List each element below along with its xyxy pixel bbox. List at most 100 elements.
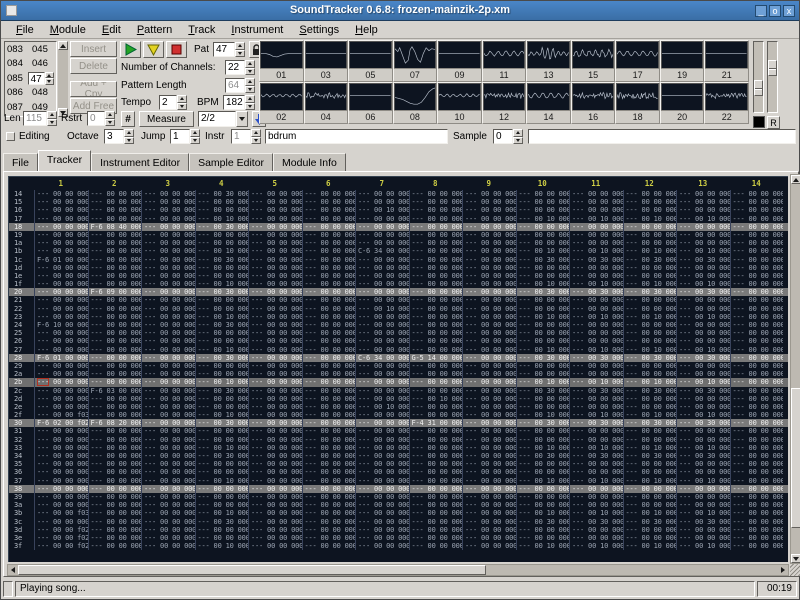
- pattern-cell[interactable]: --- 00 00 000: [516, 305, 570, 313]
- pattern-cell[interactable]: --- 00 00 000: [302, 485, 356, 493]
- pattern-cell[interactable]: --- 00 00 000: [248, 534, 302, 542]
- pattern-cell[interactable]: --- 00 00 000: [195, 206, 249, 214]
- pattern-cell[interactable]: --- 00 00 000: [569, 264, 623, 272]
- pattern-cell[interactable]: --- 00 00 000: [141, 296, 195, 304]
- pattern-cell[interactable]: --- 00 10 000: [516, 346, 570, 354]
- pattern-cell[interactable]: --- 00 00 000: [34, 518, 88, 526]
- pattern-cell[interactable]: --- 00 00 000: [462, 493, 516, 501]
- pattern-cell[interactable]: --- 00 30 000: [516, 419, 570, 427]
- pattern-cell[interactable]: --- 00 00 000: [730, 215, 784, 223]
- balance-slider-thumb[interactable]: [768, 60, 777, 76]
- pattern-cell[interactable]: --- 00 00 000: [623, 370, 677, 378]
- pattern-cell[interactable]: --- 00 00 000: [141, 370, 195, 378]
- pattern-cell[interactable]: --- 00 00 000: [730, 329, 784, 337]
- pattern-cell[interactable]: --- 00 00 000: [141, 542, 195, 550]
- pattern-cell[interactable]: --- 00 00 000: [623, 206, 677, 214]
- pattern-cell[interactable]: --- 00 30 000: [195, 354, 249, 362]
- scope-channel-02[interactable]: 02: [259, 82, 304, 124]
- pattern-cell[interactable]: --- 00 00 000: [34, 223, 88, 231]
- pattern-cell[interactable]: --- 00 00 000: [462, 436, 516, 444]
- pattern-cell[interactable]: --- 00 00 000: [302, 518, 356, 526]
- pattern-cell[interactable]: --- 00 00 000: [302, 419, 356, 427]
- pattern-cell[interactable]: --- 00 10 000: [623, 411, 677, 419]
- pattern-cell[interactable]: --- 00 00 000: [302, 460, 356, 468]
- pattern-cell[interactable]: --- 00 00 000: [34, 198, 88, 206]
- pattern-cell[interactable]: --- 00 00 000: [462, 346, 516, 354]
- pattern-cell[interactable]: --- 00 00 000: [409, 485, 463, 493]
- pattern-cell[interactable]: --- 00 00 000: [409, 198, 463, 206]
- instrument-name-field[interactable]: bdrum: [265, 129, 448, 144]
- pattern-cell[interactable]: --- 00 00 000: [302, 264, 356, 272]
- scope-channel-06[interactable]: 06: [348, 82, 393, 124]
- pattern-cell[interactable]: --- 00 00 000: [462, 190, 516, 198]
- pattern-cell[interactable]: F-6 10 00 000: [34, 321, 88, 329]
- pattern-cell[interactable]: --- 00 30 000: [516, 452, 570, 460]
- volume-slider-thumb[interactable]: [754, 80, 763, 96]
- pattern-cell[interactable]: --- 00 00 000: [623, 337, 677, 345]
- pattern-cell[interactable]: --- 00 00 000: [302, 378, 356, 386]
- pattern-cell[interactable]: F-4 31 00 000: [409, 419, 463, 427]
- pattern-cell[interactable]: --- 00 00 000: [676, 468, 730, 476]
- pattern-cell[interactable]: --- 00 30 000: [195, 452, 249, 460]
- pattern-cell[interactable]: --- 00 00 000: [462, 206, 516, 214]
- pattern-cell[interactable]: --- 00 10 000: [569, 411, 623, 419]
- pattern-cell[interactable]: --- 00 00 000: [516, 329, 570, 337]
- pattern-cell[interactable]: --- 00 00 000: [623, 460, 677, 468]
- pattern-cell[interactable]: C-6 34 00 000: [355, 354, 409, 362]
- pattern-cell[interactable]: --- 00 00 000: [516, 198, 570, 206]
- pattern-cell[interactable]: --- 00 00 000: [248, 477, 302, 485]
- pattern-cell[interactable]: --- 00 00 000: [676, 485, 730, 493]
- pattern-cell[interactable]: --- 00 00 000: [248, 264, 302, 272]
- pattern-cell[interactable]: --- 00 00 000: [302, 526, 356, 534]
- pattern-cell[interactable]: --- 00 00 000: [248, 460, 302, 468]
- sequence-row-083[interactable]: 083045: [5, 42, 56, 57]
- pattern-cell[interactable]: --- 00 10 000: [409, 395, 463, 403]
- current-pattern-field[interactable]: 47: [28, 72, 45, 85]
- pattern-cell[interactable]: --- 00 00 000: [141, 198, 195, 206]
- pattern-cell[interactable]: --- 00 30 000: [195, 223, 249, 231]
- pattern-cell[interactable]: --- 00 00 000: [409, 468, 463, 476]
- pattern-cell[interactable]: --- 00 00 000: [88, 411, 142, 419]
- pattern-cell[interactable]: F-6 08 40 000: [88, 223, 142, 231]
- pattern-cell[interactable]: --- 00 10 000: [516, 280, 570, 288]
- pattern-cell[interactable]: --- 00 00 000: [302, 395, 356, 403]
- pattern-cell[interactable]: --- 00 00 000: [516, 534, 570, 542]
- pattern-cell[interactable]: --- 00 00 000: [409, 460, 463, 468]
- pattern-cell[interactable]: --- 00 00 000: [569, 534, 623, 542]
- octave-field[interactable]: 3: [104, 129, 124, 144]
- pattern-cell[interactable]: --- 00 00 000: [409, 518, 463, 526]
- sequence-row-085[interactable]: 08547: [5, 71, 56, 86]
- pattern-cell[interactable]: --- 00 00 000: [355, 198, 409, 206]
- pattern-cell[interactable]: --- 00 00 000: [730, 223, 784, 231]
- pattern-cell[interactable]: --- 00 00 000: [462, 542, 516, 550]
- pattern-cell[interactable]: --- 00 00 000: [88, 305, 142, 313]
- pattern-cell[interactable]: --- 00 30 000: [676, 288, 730, 296]
- pattern-cell[interactable]: --- 00 00 000: [248, 296, 302, 304]
- pattern-cell[interactable]: --- 00 00 000: [248, 444, 302, 452]
- pattern-cell[interactable]: --- 00 00 000: [195, 239, 249, 247]
- pattern-cell[interactable]: --- 00 00 000: [141, 231, 195, 239]
- pattern-cell[interactable]: --- 00 00 000: [141, 468, 195, 476]
- pattern-cell[interactable]: --- 00 00 000: [409, 493, 463, 501]
- pattern-cell[interactable]: --- 00 00 000: [516, 501, 570, 509]
- pattern-cell[interactable]: --- 00 00 000: [623, 264, 677, 272]
- pattern-cell[interactable]: --- 00 00 000: [34, 403, 88, 411]
- pattern-cell[interactable]: --- 00 00 000: [88, 395, 142, 403]
- pattern-cell[interactable]: F-6 01 00 000: [34, 256, 88, 264]
- minimize-button[interactable]: _: [755, 5, 767, 17]
- pattern-cell[interactable]: --- 00 00 000: [355, 477, 409, 485]
- pattern-cell[interactable]: --- 00 00 000: [34, 231, 88, 239]
- pattern-cell[interactable]: --- 00 10 000: [195, 477, 249, 485]
- pattern-cell[interactable]: --- 00 00 000: [141, 460, 195, 468]
- scroll-up-icon[interactable]: [791, 175, 800, 184]
- sequence-row-086[interactable]: 086048: [5, 86, 56, 101]
- pattern-cell[interactable]: --- 00 00 000: [409, 206, 463, 214]
- pattern-cell[interactable]: --- 00 00 000: [730, 444, 784, 452]
- pattern-cell[interactable]: --- 00 00 000: [141, 419, 195, 427]
- pattern-cell[interactable]: --- 00 00 000: [569, 239, 623, 247]
- pattern-cell[interactable]: --- 00 00 000: [462, 477, 516, 485]
- horizontal-scrollbar-thumb[interactable]: [18, 565, 486, 575]
- pattern-cell[interactable]: --- 00 00 000: [569, 223, 623, 231]
- pattern-cell[interactable]: F-6 09 00 000: [88, 288, 142, 296]
- pattern-cell[interactable]: --- 00 30 000: [195, 256, 249, 264]
